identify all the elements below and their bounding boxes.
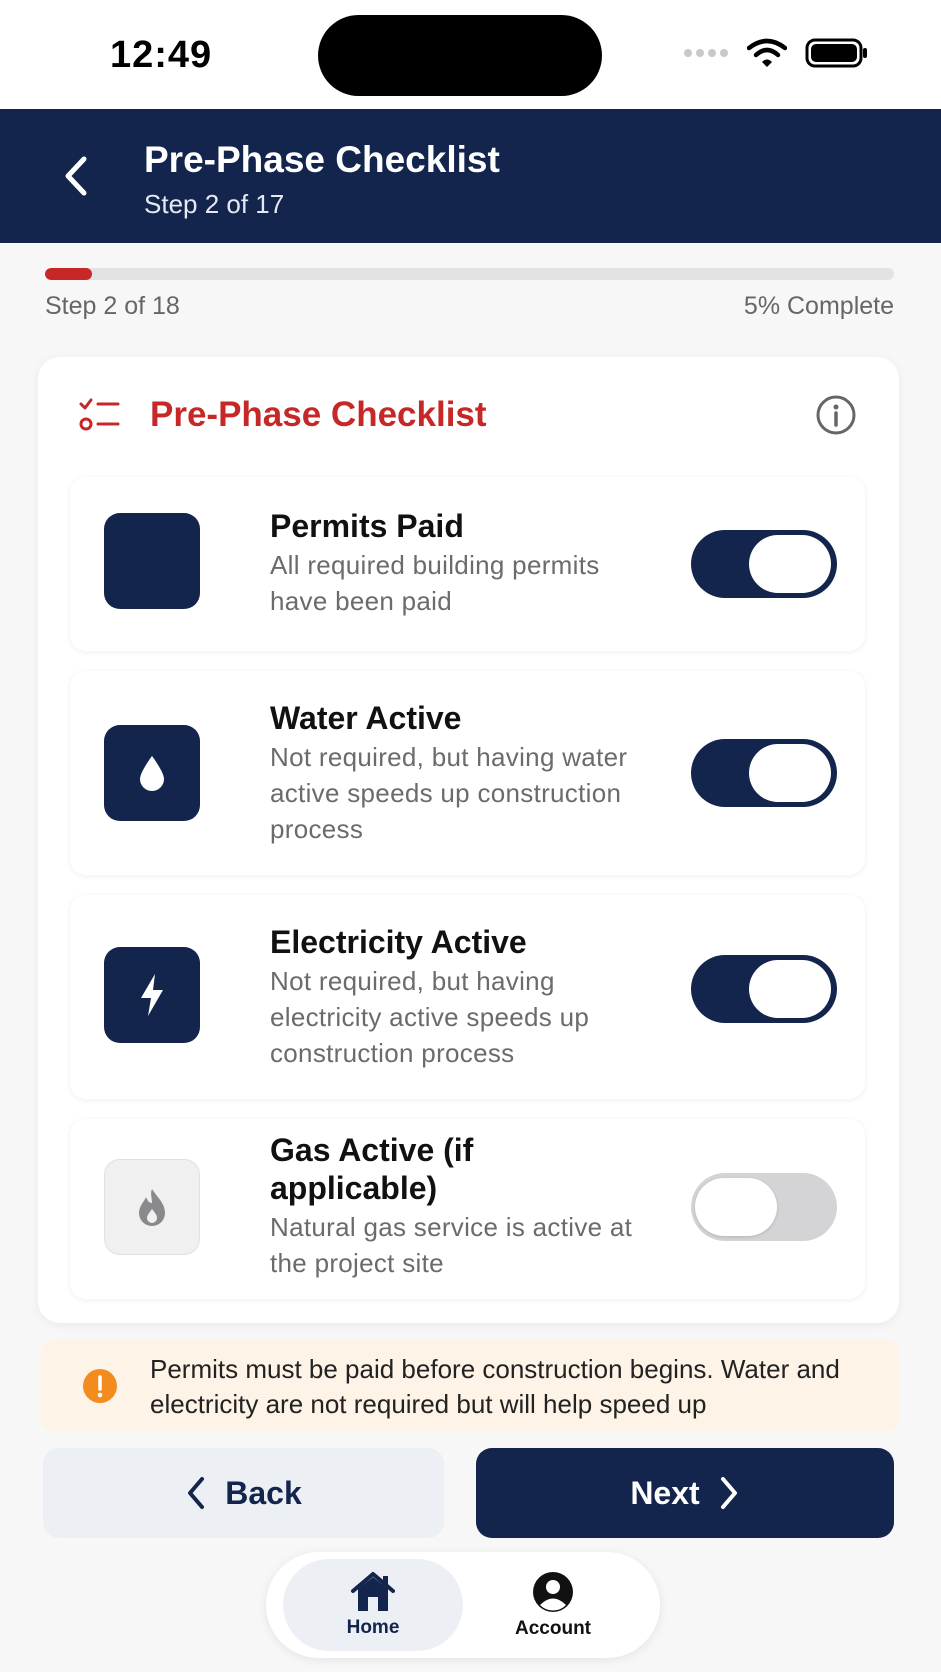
progress-bar-fill <box>45 268 92 280</box>
progress-percent-text: 5% Complete <box>743 292 894 320</box>
toggle-knob <box>749 535 831 593</box>
page-subtitle: Step 2 of 17 <box>144 189 285 219</box>
next-button[interactable]: Next <box>476 1448 894 1538</box>
back-button[interactable]: Back <box>43 1448 444 1538</box>
toggle-knob <box>749 960 831 1018</box>
card-title: Pre-Phase Checklist <box>150 395 487 434</box>
warning-icon <box>83 1369 117 1403</box>
item-description: Natural gas service is active at the pro… <box>270 1212 633 1278</box>
bottom-nav: Home Account <box>266 1552 660 1658</box>
toggle-knob <box>695 1178 777 1236</box>
account-icon <box>533 1572 573 1612</box>
item-description: Not required, but having water active sp… <box>270 742 628 844</box>
status-bar: 12:49 <box>0 0 941 109</box>
progress-bar <box>45 268 894 280</box>
chevron-right-icon <box>720 1477 737 1509</box>
item-description: All required building permits have been … <box>270 550 600 616</box>
item-title: Gas Active (if applicable) <box>270 1132 474 1206</box>
nav-account[interactable]: Account <box>463 1559 643 1651</box>
checklist-item-water: Water Active Not required, but having wa… <box>70 671 865 875</box>
flame-glyph <box>139 1189 165 1226</box>
header-bar: Pre-Phase Checklist Step 2 of 17 <box>0 109 941 243</box>
dynamic-island <box>318 15 602 96</box>
item-description: Not required, but having electricity act… <box>270 966 590 1068</box>
battery-icon <box>805 38 867 68</box>
water-toggle[interactable] <box>691 739 837 807</box>
toggle-knob <box>749 744 831 802</box>
gas-toggle[interactable] <box>691 1173 837 1241</box>
item-title: Water Active <box>270 700 462 736</box>
back-button-label: Back <box>225 1474 302 1511</box>
nav-account-label: Account <box>515 1618 591 1639</box>
signal-dots-icon <box>684 49 728 57</box>
wifi-icon <box>747 38 787 67</box>
water-drop-glyph <box>140 756 164 791</box>
status-time: 12:49 <box>110 34 213 76</box>
item-title: Permits Paid <box>270 508 464 544</box>
lightning-icon <box>104 947 200 1043</box>
item-title: Electricity Active <box>270 924 527 960</box>
nav-home[interactable]: Home <box>283 1559 463 1651</box>
status-icons <box>683 38 869 68</box>
flame-icon <box>104 1159 200 1255</box>
checklist-card: Pre-Phase Checklist Permits Paid All req… <box>38 357 899 1323</box>
lightning-glyph <box>141 974 163 1016</box>
permits-toggle[interactable] <box>691 530 837 598</box>
permits-square-icon <box>104 513 200 609</box>
nav-home-label: Home <box>346 1617 400 1638</box>
checklist-item-gas: Gas Active (if applicable) Natural gas s… <box>70 1119 865 1299</box>
electricity-toggle[interactable] <box>691 955 837 1023</box>
back-arrow-icon[interactable] <box>56 149 96 203</box>
page-title: Pre-Phase Checklist <box>144 139 500 180</box>
next-button-label: Next <box>630 1474 700 1511</box>
checklist-item-electricity: Electricity Active Not required, but hav… <box>70 895 865 1099</box>
home-icon <box>351 1572 395 1611</box>
chevron-left-icon <box>188 1477 205 1509</box>
checklist-icon <box>79 398 120 431</box>
notice-text: Permits must be paid before construction… <box>150 1354 840 1419</box>
progress-step-text: Step 2 of 18 <box>45 292 180 320</box>
checklist-item-permits: Permits Paid All required building permi… <box>70 477 865 651</box>
water-drop-icon <box>104 725 200 821</box>
info-icon[interactable] <box>815 394 857 436</box>
info-notice: Permits must be paid before construction… <box>40 1340 899 1432</box>
